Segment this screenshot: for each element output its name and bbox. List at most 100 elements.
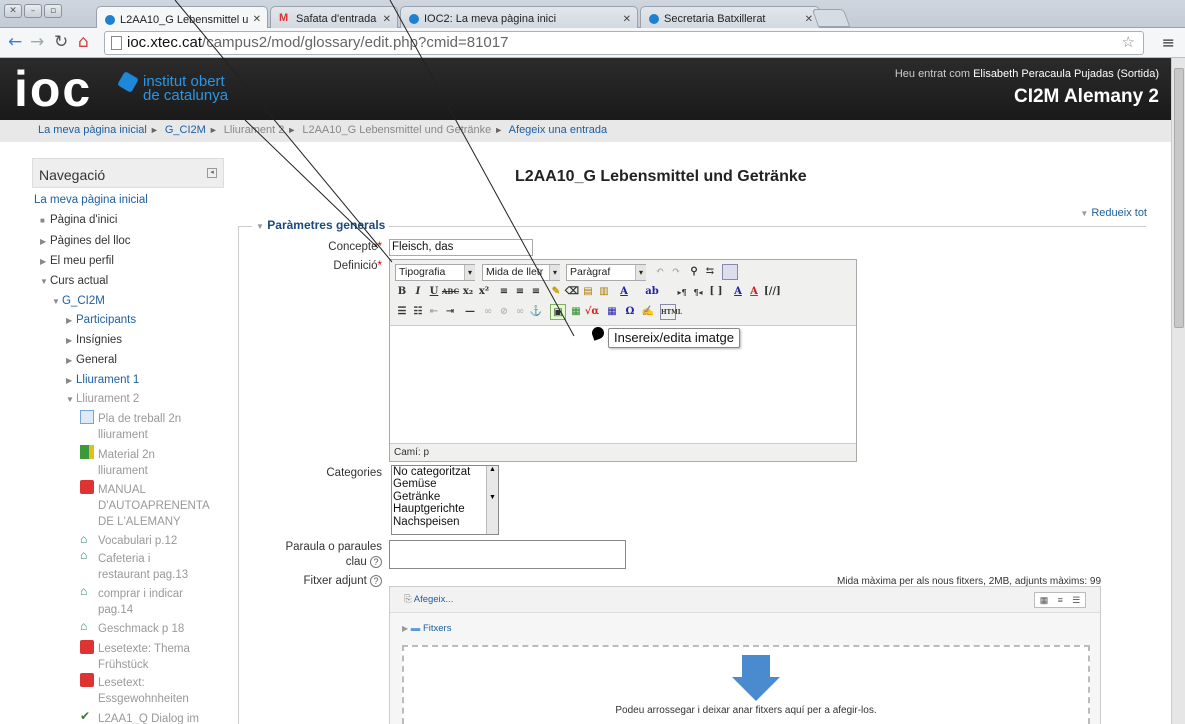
sidebar-item-manual-2[interactable]: D'AUTOAPRENENTA bbox=[98, 499, 210, 513]
reload-icon[interactable]: ↻ bbox=[54, 33, 68, 51]
align-right-icon[interactable]: ≡ bbox=[528, 284, 544, 300]
moodle-link-icon[interactable]: ∞ bbox=[512, 304, 528, 320]
home-icon[interactable]: ⌂ bbox=[78, 33, 89, 51]
sidebar-item-material-2[interactable]: lliurament bbox=[98, 464, 148, 478]
browser-menu-icon[interactable]: ≡ bbox=[1162, 33, 1175, 52]
user-name-link[interactable]: Elisabeth Peracaula Pujadas bbox=[973, 68, 1114, 80]
page-scrollbar[interactable] bbox=[1171, 58, 1185, 724]
insert-image-icon[interactable]: ▣ bbox=[550, 304, 566, 320]
sidebar-item-geschmack[interactable]: Geschmack p 18 bbox=[98, 622, 184, 636]
table-icon[interactable]: ▦ bbox=[604, 304, 620, 320]
sidebar-item-badges[interactable]: ▶ Insígnies bbox=[66, 333, 122, 348]
undo-icon[interactable]: ↶ bbox=[652, 264, 668, 280]
category-option[interactable]: Gemüse bbox=[392, 478, 498, 490]
clean-up-icon[interactable]: ✎ bbox=[548, 284, 564, 300]
back-arrow-icon[interactable]: ← bbox=[8, 33, 22, 51]
font-family-select[interactable]: Tipografia bbox=[395, 264, 475, 281]
collapse-all-link[interactable]: ▼ Redueix tot bbox=[1080, 207, 1147, 219]
sidebar-item-general[interactable]: ▶ General bbox=[66, 353, 117, 368]
help-icon[interactable]: ? bbox=[370, 575, 382, 587]
category-option[interactable]: No categoritzat bbox=[392, 466, 498, 478]
scrollbar-thumb[interactable] bbox=[1174, 68, 1184, 328]
superscript-icon[interactable]: x² bbox=[476, 284, 492, 300]
file-drop-zone[interactable]: Podeu arrossegar i deixar anar fitxers a… bbox=[402, 645, 1090, 724]
unlink-icon[interactable]: ⊘ bbox=[496, 304, 512, 320]
text-color-icon[interactable]: A bbox=[616, 284, 632, 300]
paste-text-icon[interactable]: ▤ bbox=[580, 284, 596, 300]
equation-icon[interactable]: √α bbox=[584, 304, 600, 320]
sidebar-item-manual-3[interactable]: DE L'ALEMANY bbox=[98, 515, 181, 529]
breadcrumb-glossary[interactable]: L2AA10_G Lebensmittel und Getränke bbox=[302, 124, 491, 136]
close-tab-icon[interactable]: ✕ bbox=[383, 14, 391, 25]
category-option[interactable]: Hauptgerichte bbox=[392, 503, 498, 515]
html-source-icon[interactable]: HTML bbox=[660, 304, 682, 320]
list-view-icon[interactable]: ≡ bbox=[1058, 595, 1063, 605]
logout-link[interactable]: (Sortida) bbox=[1117, 68, 1159, 80]
bullet-list-icon[interactable]: ☰ bbox=[394, 304, 410, 320]
paste-word-icon[interactable]: ▥ bbox=[596, 284, 612, 300]
breadcrumb-course[interactable]: G_CI2M bbox=[165, 124, 206, 136]
sidebar-item-site-home[interactable]: ■ Pàgina d'inici bbox=[40, 213, 117, 228]
ioc-logo[interactable]: ioc bbox=[14, 60, 92, 118]
numbered-list-icon[interactable]: ☷ bbox=[410, 304, 426, 320]
sidebar-item-comprar[interactable]: comprar i indicar bbox=[98, 587, 183, 601]
sidebar-item-my-home[interactable]: La meva pàgina inicial bbox=[34, 193, 148, 207]
sidebar-item-site-pages[interactable]: ▶ Pàgines del lloc bbox=[40, 234, 131, 249]
ltr-icon[interactable]: ▸¶ bbox=[674, 284, 690, 300]
sidebar-item-material[interactable]: Material 2n bbox=[98, 448, 155, 462]
font-size-select[interactable]: Mida de lletr bbox=[482, 264, 560, 281]
sidebar-item-g-ci2m[interactable]: ▼ G_CI2M bbox=[52, 294, 105, 309]
font-color-icon[interactable]: A bbox=[746, 284, 762, 300]
forward-arrow-icon[interactable]: → bbox=[30, 33, 44, 51]
sidebar-item-lesetexte-2[interactable]: Frühstück bbox=[98, 658, 149, 672]
spellcheck-icon[interactable]: ✍ bbox=[640, 304, 656, 320]
sidebar-item-lesetexte[interactable]: Lesetexte: Thema bbox=[98, 642, 190, 656]
highlight-icon[interactable]: A bbox=[730, 284, 746, 300]
section-legend[interactable]: ▼ Paràmetres generals bbox=[252, 218, 390, 232]
add-file-button[interactable]: ⎘ Afegeix... bbox=[404, 594, 453, 605]
sidebar-item-lliurament-2[interactable]: ▼ Lliurament 2 bbox=[66, 392, 139, 407]
sidebar-item-dialog[interactable]: L2AA1_Q Dialog im bbox=[98, 712, 199, 724]
insert-media-icon[interactable]: ▦ bbox=[568, 304, 584, 320]
horizontal-rule-icon[interactable]: — bbox=[462, 304, 478, 320]
bold-icon[interactable]: B bbox=[394, 284, 410, 300]
underline-icon[interactable]: U bbox=[426, 284, 442, 300]
browser-tab-secretaria[interactable]: Secretaria Batxillerat ✕ bbox=[640, 6, 820, 28]
anchor-icon[interactable]: ⚓ bbox=[528, 304, 544, 320]
sidebar-item-participants[interactable]: ▶ Participants bbox=[66, 313, 136, 328]
categories-listbox[interactable]: No categoritzat Gemüse Getränke Hauptger… bbox=[391, 465, 499, 535]
eraser-icon[interactable]: ⌫ bbox=[564, 284, 580, 300]
files-folder[interactable]: ▶ ▬ Fitxers bbox=[402, 623, 451, 634]
paragraph-format-select[interactable]: Paràgraf bbox=[566, 264, 646, 281]
new-tab-button[interactable] bbox=[811, 9, 851, 27]
listbox-scrollbar[interactable]: ▲ ▼ bbox=[486, 466, 498, 534]
sidebar-item-pla-treball[interactable]: Pla de treball 2n bbox=[98, 412, 181, 426]
link-icon[interactable]: ∞ bbox=[480, 304, 496, 320]
rtl-icon[interactable]: ¶◂ bbox=[690, 284, 706, 300]
help-icon[interactable]: ? bbox=[370, 556, 382, 568]
maximize-window-icon[interactable]: ▫ bbox=[44, 4, 62, 18]
special-char-icon[interactable]: Ω bbox=[622, 304, 638, 320]
sidebar-item-cafeteria[interactable]: Cafeteria i bbox=[98, 552, 150, 566]
minimize-window-icon[interactable]: – bbox=[24, 4, 42, 18]
replace-icon[interactable]: ⇆ bbox=[702, 264, 718, 280]
outdent-icon[interactable]: ⇤ bbox=[426, 304, 442, 320]
close-tab-icon[interactable]: ✕ bbox=[623, 14, 631, 25]
find-icon[interactable]: ⚲ bbox=[686, 264, 702, 280]
nolink-icon[interactable]: [ ] bbox=[708, 284, 724, 300]
close-window-icon[interactable]: ✕ bbox=[4, 4, 22, 18]
view-mode-buttons[interactable]: ▦ ≡ ☰ bbox=[1034, 592, 1086, 608]
subscript-icon[interactable]: x₂ bbox=[460, 284, 476, 300]
sidebar-item-pla-treball-2[interactable]: lliurament bbox=[98, 428, 148, 442]
concepte-input[interactable]: Fleisch, das bbox=[389, 239, 533, 256]
fullscreen-icon[interactable] bbox=[722, 264, 738, 280]
sidebar-item-lesetext[interactable]: Lesetext: bbox=[98, 676, 145, 690]
browser-tab-glossary[interactable]: L2AA10_G Lebensmittel u ✕ bbox=[96, 6, 268, 29]
strikethrough-icon[interactable]: ABC bbox=[442, 284, 459, 300]
category-option[interactable]: Getränke bbox=[392, 491, 498, 503]
italic-icon[interactable]: I bbox=[410, 284, 426, 300]
sidebar-item-cafeteria-2[interactable]: restaurant pag.13 bbox=[98, 568, 188, 582]
sidebar-item-current-course[interactable]: ▼ Curs actual bbox=[40, 274, 108, 289]
sidebar-item-lliurament-1[interactable]: ▶ Lliurament 1 bbox=[66, 373, 139, 388]
sidebar-item-lesetext-2[interactable]: Essgewohnheiten bbox=[98, 692, 189, 706]
